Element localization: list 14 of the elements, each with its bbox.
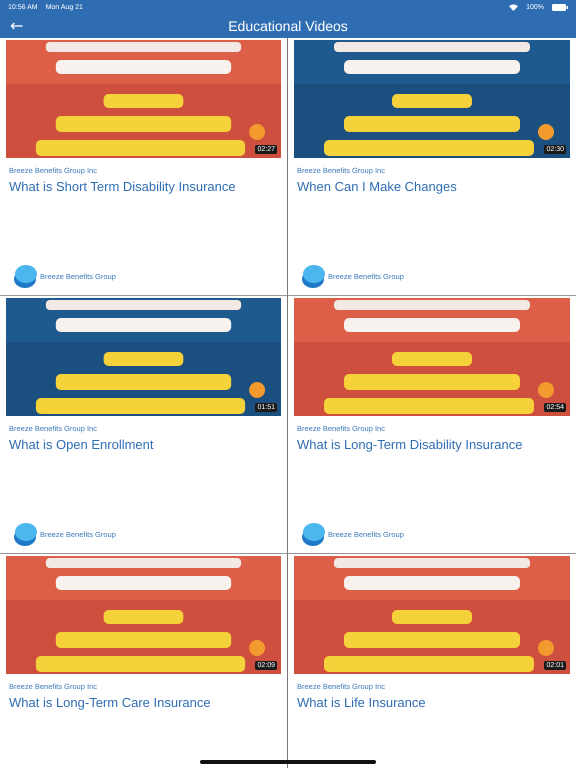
video-title[interactable]: What is Life Insurance — [297, 695, 567, 710]
video-title[interactable]: When Can I Make Changes — [297, 179, 567, 194]
video-title[interactable]: What is Long-Term Care Insurance — [9, 695, 278, 710]
back-button[interactable]: ← — [0, 16, 34, 36]
battery-icon — [552, 4, 568, 10]
channel-logo-icon — [12, 263, 38, 289]
channel-logo-icon — [300, 521, 326, 547]
video-title[interactable]: What is Open Enrollment — [9, 437, 278, 452]
channel-logo-icon — [12, 521, 38, 547]
video-title[interactable]: What is Long-Term Disability Insurance — [297, 437, 567, 452]
video-title[interactable]: What is Short Term Disability Insurance — [9, 179, 278, 194]
wifi-icon — [509, 4, 518, 10]
screen-title: Educational Videos — [228, 18, 348, 34]
channel-logo-icon — [300, 263, 326, 289]
